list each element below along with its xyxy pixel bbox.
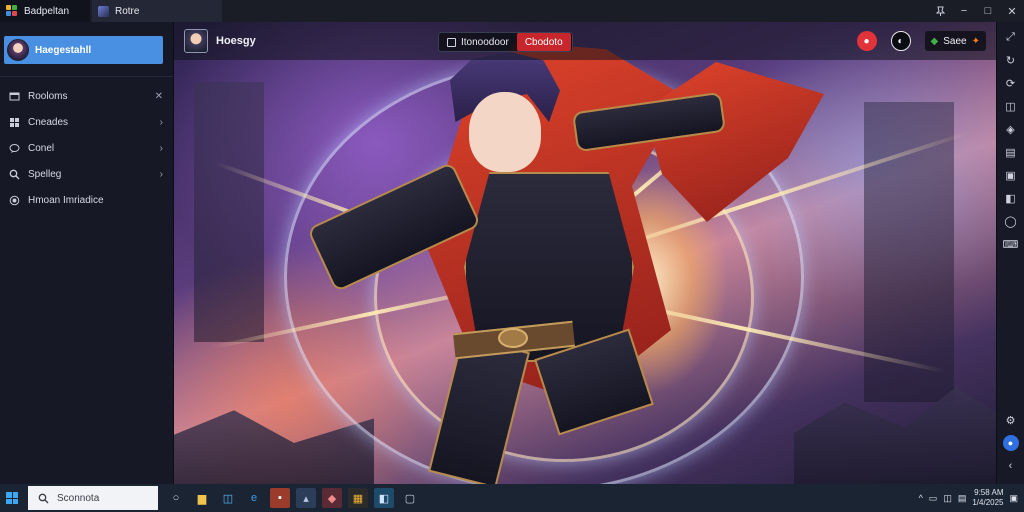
- minimize-button[interactable]: −: [952, 0, 976, 22]
- hud-action-bar: Itonoodoor Cbodoto: [438, 32, 573, 52]
- currency-pill[interactable]: ◆ Saee ✦: [924, 31, 986, 51]
- profile-card[interactable]: Haegestahll: [4, 36, 163, 64]
- start-button[interactable]: [0, 484, 24, 512]
- window-icon: [8, 90, 20, 102]
- apk-icon[interactable]: ▣: [1003, 167, 1019, 183]
- record-icon: [8, 194, 20, 206]
- currency-label: Saee: [943, 35, 967, 47]
- maximize-button[interactable]: □: [976, 0, 1000, 22]
- search-icon: [8, 168, 20, 180]
- sidebar-item-spelleg[interactable]: Spelleg ›: [0, 161, 173, 187]
- hud-field-text: Itonoodoor: [461, 36, 509, 48]
- back-icon[interactable]: ‹: [1003, 458, 1019, 474]
- app-tab-main[interactable]: Badpeltan: [0, 0, 90, 22]
- sidebar-item-label: Conel: [28, 142, 55, 154]
- macro-icon[interactable]: ◯: [1003, 213, 1019, 229]
- account-icon[interactable]: ●: [1002, 435, 1019, 451]
- taskbar-search[interactable]: Sconnota: [28, 486, 158, 510]
- volume-tray-icon[interactable]: ◫: [943, 493, 952, 504]
- app-icon-blue[interactable]: ▴: [296, 488, 316, 508]
- store-icon[interactable]: ◫: [218, 488, 238, 508]
- clock-date: 1/4/2025: [972, 498, 1004, 507]
- hud-right-controls: ● ◐ ◆ Saee ✦: [856, 31, 986, 51]
- chevron-right-icon: ›: [159, 116, 163, 128]
- keyboard-icon[interactable]: ⌨: [1003, 236, 1019, 252]
- ruin-pillar-left: [194, 82, 264, 342]
- network-icon[interactable]: ▭: [929, 493, 938, 504]
- gem-icon: ◆: [930, 35, 939, 47]
- camera-icon[interactable]: ◧: [1003, 190, 1019, 206]
- chevron-right-icon: ›: [159, 142, 163, 154]
- app-icon-red[interactable]: ▪: [270, 488, 290, 508]
- app-icon-teal[interactable]: ◧: [374, 488, 394, 508]
- app-tab-label: Badpeltan: [24, 5, 70, 17]
- window-controls: − □ ✕: [928, 0, 1024, 22]
- edge-icon[interactable]: e: [244, 488, 264, 508]
- search-icon: [38, 493, 49, 503]
- game-tab-icon: [98, 5, 109, 17]
- sidebar-item-label: Rooloms: [28, 90, 68, 102]
- chevron-right-icon: ✕: [154, 90, 163, 102]
- windows-logo-icon: [6, 492, 18, 504]
- pinned-apps: ○ ▆ ◫ e ▪ ▴ ◆ ▦ ◧ ▢: [166, 488, 420, 508]
- notification-icon[interactable]: ●: [856, 31, 877, 51]
- profile-name: Haegestahll: [35, 44, 92, 56]
- sidebar-item-label: Hmoan Imriadice: [28, 194, 104, 206]
- rotate-icon[interactable]: ↻: [1003, 52, 1019, 68]
- game-tab-label: Rotre: [115, 5, 140, 17]
- hud-red-button[interactable]: Cbodoto: [516, 33, 571, 51]
- sidebar: Haegestahll Rooloms ✕ Cneades › Conel › …: [0, 22, 174, 484]
- chat-app-icon[interactable]: ▢: [400, 488, 420, 508]
- app-tab-game[interactable]: Rotre: [92, 0, 222, 22]
- game-hud: Hoesgy Itonoodoor Cbodoto ● ◐ ◆ Saee ✦: [174, 22, 996, 60]
- flame-icon: ✦: [971, 35, 980, 47]
- sidebar-item-conel[interactable]: Conel ›: [0, 135, 173, 161]
- chat-icon: [8, 142, 20, 154]
- sidebar-item-label: Cneades: [28, 116, 69, 128]
- clock-time: 9:58 AM: [974, 488, 1004, 497]
- close-button[interactable]: ✕: [1000, 0, 1024, 22]
- notifications-icon[interactable]: ▣: [1009, 493, 1018, 504]
- settings-icon[interactable]: ◐: [890, 31, 911, 51]
- pin-icon[interactable]: [928, 0, 952, 22]
- sidebar-divider: [0, 76, 173, 77]
- chevron-right-icon: ›: [159, 168, 163, 180]
- gear-icon[interactable]: ⚙: [1003, 412, 1019, 428]
- game-viewport[interactable]: Hoesgy Itonoodoor Cbodoto ● ◐ ◆ Saee ✦: [174, 22, 996, 484]
- language-icon[interactable]: ▤: [958, 493, 967, 504]
- title-bar: Badpeltan Rotre − □ ✕: [0, 0, 1024, 22]
- refresh-icon[interactable]: ⟳: [1003, 75, 1019, 91]
- app-icon-maroon[interactable]: ◆: [322, 488, 342, 508]
- avatar: [7, 39, 29, 61]
- bluestacks-icon[interactable]: ▦: [348, 488, 368, 508]
- tray-clock[interactable]: 9:58 AM 1/4/2025: [972, 488, 1003, 508]
- document-icon: [447, 37, 456, 47]
- grid-icon: [8, 116, 20, 128]
- search-placeholder: Sconnota: [57, 492, 100, 504]
- player-avatar[interactable]: [184, 29, 208, 53]
- taskbar: Sconnota ○ ▆ ◫ e ▪ ▴ ◆ ▦ ◧ ▢ ^ ▭ ◫ ▤ 9:5…: [0, 484, 1024, 512]
- right-toolbar: ⤢ ↻ ⟳ ◫ ◈ ▤ ▣ ◧ ◯ ⌨ ⚙ ● ‹: [996, 22, 1024, 484]
- sidebar-item-cneades[interactable]: Cneades ›: [0, 109, 173, 135]
- file-explorer-icon[interactable]: ▆: [192, 488, 212, 508]
- task-view-icon[interactable]: ○: [166, 488, 186, 508]
- system-tray: ^ ▭ ◫ ▤ 9:58 AM 1/4/2025 ▣: [919, 488, 1024, 508]
- folder-icon[interactable]: ▤: [1003, 144, 1019, 160]
- player-name: Hoesgy: [216, 35, 256, 47]
- app-logo-icon: [6, 5, 18, 17]
- expand-icon[interactable]: ⤢: [1003, 29, 1019, 45]
- hud-field[interactable]: Itonoodoor: [439, 37, 517, 48]
- sidebar-item-hmoan-imriadice[interactable]: Hmoan Imriadice: [0, 187, 173, 213]
- volume-icon[interactable]: ◈: [1003, 121, 1019, 137]
- tray-chevron-icon[interactable]: ^: [919, 493, 923, 503]
- screenshot-icon[interactable]: ◫: [1003, 98, 1019, 114]
- sidebar-item-label: Spelleg: [28, 168, 62, 180]
- sidebar-item-rooloms[interactable]: Rooloms ✕: [0, 83, 173, 109]
